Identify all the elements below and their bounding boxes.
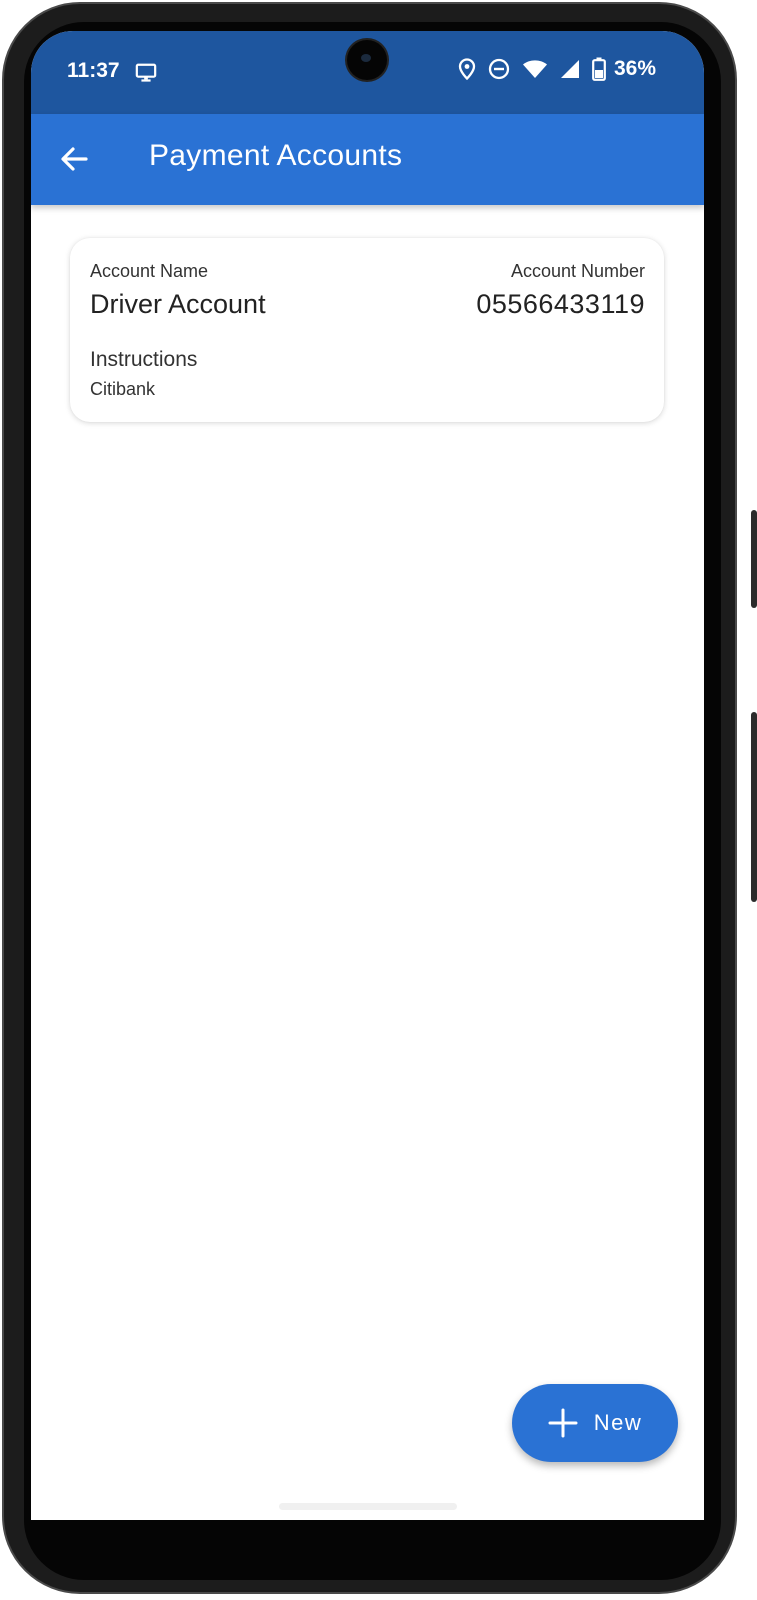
status-bar: 11:37 36% [31, 31, 704, 114]
battery-icon [592, 57, 606, 81]
status-time: 11:37 [67, 59, 120, 82]
account-name-label: Account Name [90, 261, 209, 281]
plus-icon [548, 1408, 578, 1438]
instructions-label: Instructions [90, 348, 198, 371]
volume-button [751, 712, 757, 902]
signal-icon [560, 60, 579, 78]
new-button-label: New [593, 1410, 643, 1435]
account-number-value: 05566433119 [476, 289, 645, 319]
do-not-disturb-icon [488, 58, 510, 80]
home-indicator[interactable] [279, 1503, 457, 1510]
wifi-icon [522, 60, 547, 78]
front-camera [347, 40, 387, 80]
arrow-back-icon [61, 147, 88, 171]
instructions-value: Citibank [90, 379, 156, 399]
account-name-value: Driver Account [90, 289, 266, 319]
screen: 11:37 36% Payment Accounts Account Name … [31, 31, 704, 1520]
location-icon [458, 58, 476, 80]
page-title: Payment Accounts [149, 139, 403, 172]
status-icons: 36% [458, 57, 656, 81]
monitor-icon [135, 63, 157, 82]
phone-device: 11:37 36% Payment Accounts Account Name … [0, 0, 757, 1600]
app-bar: Payment Accounts [31, 114, 704, 205]
account-number-label: Account Number [510, 261, 645, 281]
battery-percent: 36% [613, 57, 656, 80]
back-button[interactable] [49, 134, 99, 184]
new-account-button[interactable]: New [512, 1384, 678, 1462]
power-button [751, 510, 757, 608]
payment-account-card[interactable]: Account Name Driver Account Account Numb… [70, 238, 664, 422]
